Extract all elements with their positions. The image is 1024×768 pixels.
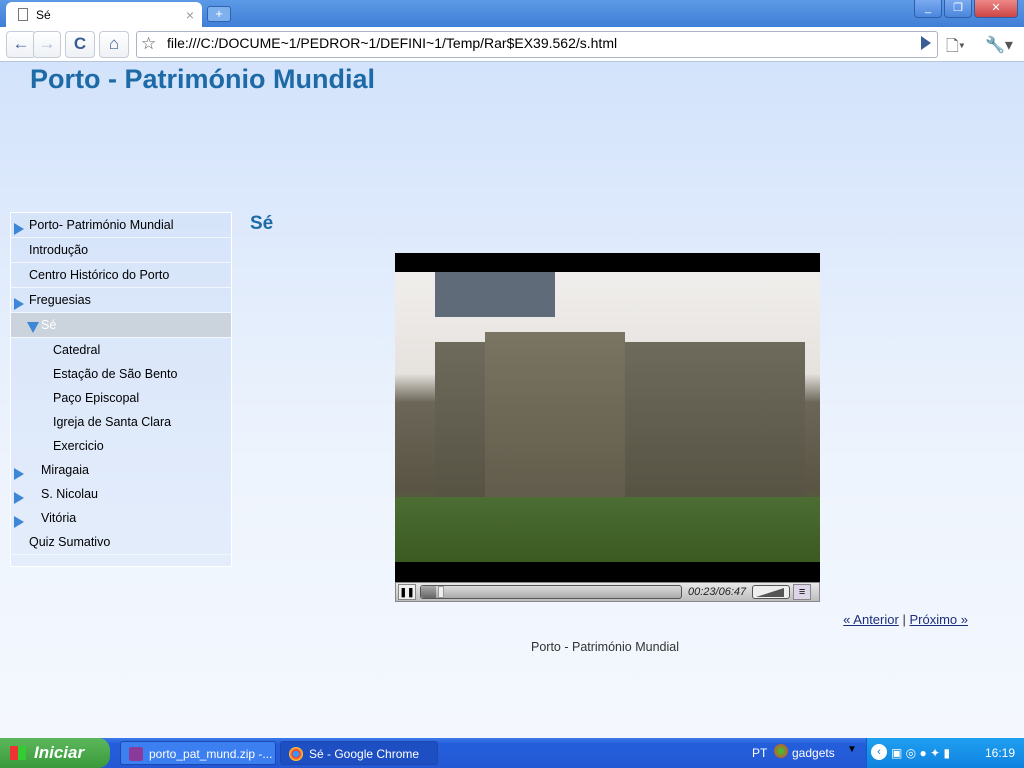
sidebar-item-label: Freguesias bbox=[29, 293, 91, 307]
sidebar-item[interactable]: Sé bbox=[11, 313, 231, 338]
taskbar-item-label: Sé - Google Chrome bbox=[309, 747, 420, 761]
sidebar-item[interactable]: Estação de São Bento bbox=[11, 362, 231, 386]
sidebar-item-label: Quiz Sumativo bbox=[29, 535, 111, 549]
gadgets-label[interactable]: gadgets bbox=[792, 746, 835, 760]
video-frame[interactable] bbox=[395, 272, 820, 562]
sidebar-item[interactable]: Porto- Património Mundial bbox=[11, 213, 231, 238]
footer-text: Porto - Património Mundial bbox=[531, 640, 679, 654]
start-button[interactable]: Iniciar bbox=[0, 738, 110, 768]
arrow-down-icon bbox=[27, 322, 39, 333]
taskbar: Iniciar porto_pat_mund.zip -... Sé - Goo… bbox=[0, 738, 1024, 768]
browser-toolbar: ← → C ⌂ ☆ 🗋▾ 🔧▾ bbox=[0, 27, 1024, 62]
video-player[interactable]: ❚❚ 00:23/06:47 ≡ bbox=[395, 253, 820, 602]
previous-link[interactable]: « Anterior bbox=[843, 612, 899, 627]
tab-close-icon[interactable]: × bbox=[186, 7, 194, 23]
sidebar-item[interactable]: Introdução bbox=[11, 238, 231, 263]
sidebar-item[interactable]: Paço Episcopal bbox=[11, 386, 231, 410]
seek-bar[interactable] bbox=[420, 585, 682, 599]
reload-button[interactable]: C bbox=[65, 31, 95, 58]
site-title: Porto - Património Mundial bbox=[30, 64, 375, 94]
tab-title: Sé bbox=[36, 7, 51, 22]
arrow-right-icon bbox=[14, 492, 24, 504]
sidebar-menu: Porto- Património Mundial Introdução Centr… bbox=[10, 212, 232, 567]
sidebar-item[interactable]: Catedral bbox=[11, 338, 231, 362]
address-bar[interactable]: ☆ bbox=[136, 31, 938, 58]
page-icon bbox=[18, 8, 28, 21]
sidebar-item[interactable]: Igreja de Santa Clara bbox=[11, 410, 231, 434]
sidebar-item[interactable]: Centro Histórico do Porto bbox=[11, 263, 231, 288]
sidebar-item-label: Exercicio bbox=[53, 439, 104, 453]
gadgets-icon bbox=[774, 744, 788, 758]
next-link[interactable]: Próximo » bbox=[909, 612, 968, 627]
toolbar-arrow-icon[interactable]: ▼ bbox=[847, 744, 857, 755]
clock: 16:19 bbox=[985, 746, 1016, 760]
sidebar-item[interactable]: S. Nicolau bbox=[11, 482, 231, 506]
url-input[interactable] bbox=[167, 35, 907, 51]
pager: « Anterior | Próximo » bbox=[843, 612, 968, 627]
sidebar-item[interactable]: Vitória bbox=[11, 506, 231, 530]
taskbar-item-winrar[interactable]: porto_pat_mund.zip -... bbox=[120, 741, 276, 765]
arrow-right-icon bbox=[14, 298, 24, 310]
sidebar-item-label: Centro Histórico do Porto bbox=[29, 268, 170, 282]
browser-tab[interactable]: Sé × bbox=[6, 2, 202, 27]
back-button[interactable]: ← bbox=[6, 31, 36, 58]
arrow-right-icon bbox=[14, 516, 24, 528]
page-menu-icon[interactable]: 🗋▾ bbox=[946, 35, 965, 62]
seek-handle[interactable] bbox=[437, 586, 444, 598]
pause-button[interactable]: ❚❚ bbox=[398, 584, 416, 600]
sidebar-item-label: S. Nicolau bbox=[41, 487, 98, 501]
expand-tray-icon[interactable]: ‹ bbox=[871, 744, 887, 760]
page-heading: Sé bbox=[250, 213, 274, 234]
tray-icons[interactable]: ▣ ◎ ● ✦ ▮ bbox=[891, 746, 950, 760]
close-window-button[interactable]: ✕ bbox=[974, 0, 1018, 18]
video-controls: ❚❚ 00:23/06:47 ≡ bbox=[395, 582, 820, 602]
restore-button[interactable]: ❐ bbox=[944, 0, 972, 18]
sidebar-item[interactable]: Freguesias bbox=[11, 288, 231, 313]
time-display: 00:23/06:47 bbox=[688, 586, 747, 598]
sidebar-item-label: Miragaia bbox=[41, 463, 89, 477]
windows-logo-icon bbox=[10, 746, 26, 760]
sidebar-item[interactable]: Quiz Sumativo bbox=[11, 530, 231, 555]
sidebar-item-label: Paço Episcopal bbox=[53, 391, 140, 405]
sidebar-item-label: Igreja de Santa Clara bbox=[53, 415, 172, 429]
sidebar-item-label: Introdução bbox=[29, 243, 89, 257]
arrow-right-icon bbox=[14, 468, 24, 480]
sidebar-item-label: Sé bbox=[41, 318, 57, 332]
system-tray: ‹ ▣ ◎ ● ✦ ▮ 16:19 bbox=[866, 738, 1024, 768]
browser-titlebar: Sé × + _ ❐ ✕ bbox=[0, 0, 1024, 27]
home-button[interactable]: ⌂ bbox=[99, 31, 129, 58]
new-tab-button[interactable]: + bbox=[207, 6, 231, 22]
menu-button[interactable]: ≡ bbox=[793, 584, 812, 600]
wrench-menu-icon[interactable]: 🔧▾ bbox=[985, 35, 1013, 55]
go-icon[interactable] bbox=[921, 36, 931, 50]
minimize-button[interactable]: _ bbox=[914, 0, 942, 18]
arrow-right-icon bbox=[14, 223, 24, 235]
sidebar-item-label: Vitória bbox=[41, 511, 77, 525]
taskbar-item-label: porto_pat_mund.zip -... bbox=[149, 747, 273, 761]
volume-slider[interactable] bbox=[752, 585, 791, 599]
chrome-icon bbox=[289, 747, 303, 761]
sidebar-item-label: Porto- Património Mundial bbox=[29, 218, 174, 232]
taskbar-item-chrome[interactable]: Sé - Google Chrome bbox=[280, 741, 438, 765]
language-indicator[interactable]: PT bbox=[752, 746, 767, 760]
winrar-icon bbox=[129, 747, 143, 761]
sidebar-item[interactable]: Miragaia bbox=[11, 458, 231, 482]
start-label: Iniciar bbox=[34, 743, 85, 762]
pager-separator: | bbox=[902, 612, 906, 627]
page-content: Porto - Património Mundial Porto- Patrim… bbox=[0, 62, 1024, 738]
sidebar-item-label: Catedral bbox=[53, 343, 101, 357]
sidebar-item-label: Estação de São Bento bbox=[53, 367, 178, 381]
forward-button[interactable]: → bbox=[33, 31, 61, 58]
bookmark-star-icon[interactable]: ☆ bbox=[141, 34, 156, 54]
sidebar-item[interactable]: Exercicio bbox=[11, 434, 231, 458]
